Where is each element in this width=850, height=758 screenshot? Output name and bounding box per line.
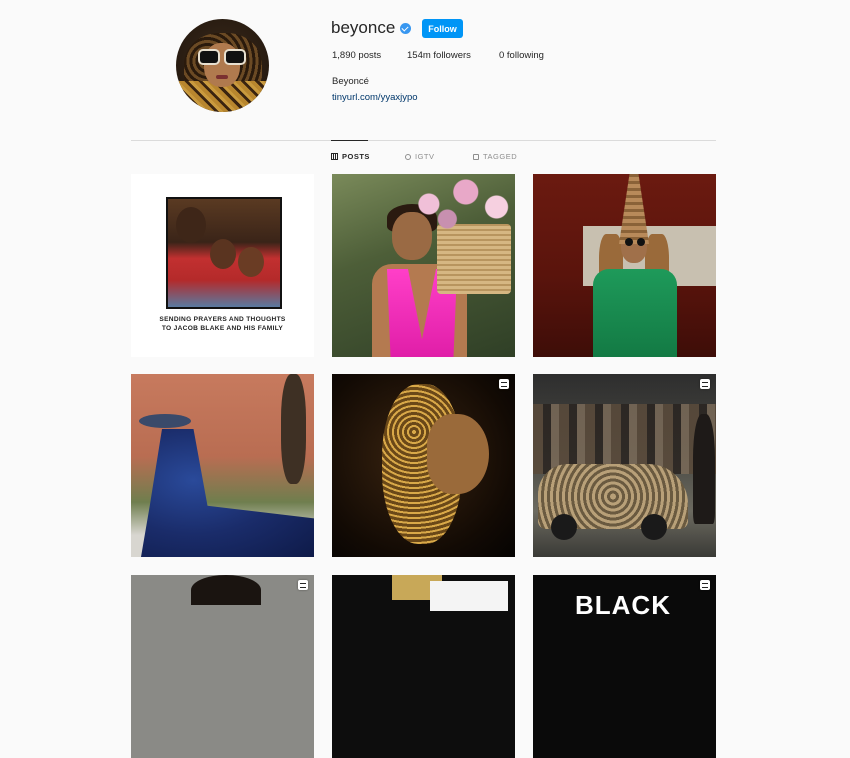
verified-badge-icon	[400, 23, 411, 34]
post-tile-8[interactable]	[332, 575, 515, 758]
post-family-photo	[166, 197, 282, 309]
tab-posts-label: POSTS	[342, 152, 370, 161]
post-tile-4[interactable]	[131, 374, 314, 557]
avatar-sunglasses	[200, 51, 244, 63]
video-badge-icon	[700, 580, 710, 590]
flower-basket	[437, 224, 511, 294]
post-tile-3[interactable]	[533, 174, 716, 357]
tab-posts[interactable]: POSTS	[331, 152, 370, 161]
post-tile-9[interactable]: BLACK	[533, 575, 716, 758]
post-tile-7[interactable]	[131, 575, 314, 758]
post-tile-6[interactable]	[533, 374, 716, 557]
tagged-icon	[473, 153, 479, 160]
tab-tagged-label: TAGGED	[483, 152, 518, 161]
follow-button[interactable]: Follow	[422, 19, 463, 38]
bio-link[interactable]: tinyurl.com/yyaxjypo	[332, 92, 418, 103]
tab-igtv[interactable]: IGTV	[405, 152, 435, 161]
tall-hat	[619, 174, 649, 244]
igtv-badge-icon	[298, 580, 308, 590]
following-count[interactable]: 0 following	[499, 50, 544, 61]
post-overlay-text: BLACK	[575, 590, 671, 620]
active-tab-indicator	[331, 140, 368, 141]
post-caption-line-2: TO JACOB BLAKE AND HIS FAMILY	[161, 325, 284, 332]
igtv-badge-icon	[499, 379, 509, 389]
post-tile-1[interactable]: SENDING PRAYERS AND THOUGHTS TO JACOB BL…	[131, 174, 314, 357]
igtv-icon	[405, 153, 411, 160]
post-caption-line-1: SENDING PRAYERS AND THOUGHTS	[159, 316, 286, 323]
avatar-face	[204, 43, 240, 87]
post-tile-2[interactable]	[332, 174, 515, 357]
grid-icon	[331, 153, 338, 160]
profile-username: beyonce	[331, 18, 396, 37]
post-tile-5[interactable]	[332, 374, 515, 557]
green-suit	[593, 269, 677, 357]
posts-count: 1,890 posts	[332, 50, 382, 61]
tab-igtv-label: IGTV	[415, 152, 435, 161]
tab-tagged[interactable]: TAGGED	[473, 152, 517, 161]
profile-avatar[interactable]	[176, 19, 269, 112]
tabs-divider	[131, 140, 716, 141]
avatar-lips	[216, 75, 228, 79]
igtv-badge-icon	[700, 379, 710, 389]
followers-count[interactable]: 154m followers	[407, 50, 471, 61]
profile-full-name: Beyoncé	[332, 76, 369, 87]
